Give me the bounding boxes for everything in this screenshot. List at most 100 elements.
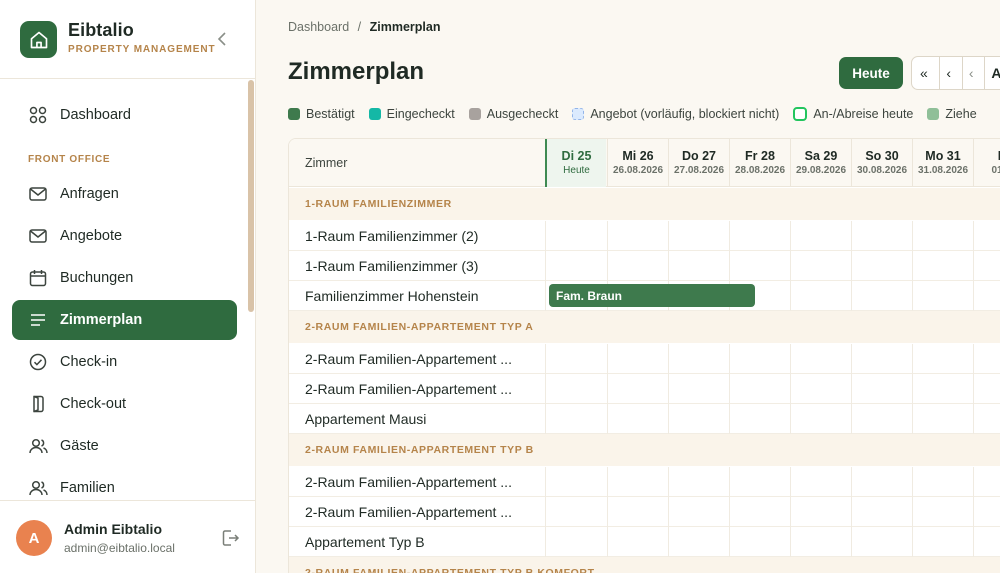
grid-cell-divider xyxy=(912,527,913,557)
section-label-front-office: FRONT OFFICE xyxy=(28,154,111,165)
day-header[interactable]: Di 01.09 xyxy=(973,139,1000,187)
nav-item-zimmerplan[interactable]: Zimmerplan xyxy=(12,300,237,340)
user-name: Admin Eibtalio xyxy=(64,521,162,537)
day-header[interactable]: Fr 28 28.08.2026 xyxy=(729,139,790,187)
today-button[interactable]: Heute xyxy=(839,57,903,89)
grid-cell-divider xyxy=(973,281,974,311)
room-name: Familienzimmer Hohenstein xyxy=(305,288,479,304)
room-row[interactable]: 2-Raum Familien-Appartement ... xyxy=(289,497,1000,527)
room-name: 1-Raum Familienzimmer (2) xyxy=(305,228,479,244)
room-row[interactable]: Appartement Typ B xyxy=(289,527,1000,557)
room-row[interactable]: 2-Raum Familien-Appartement ... xyxy=(289,344,1000,374)
nav-item-dashboard[interactable]: Dashboard xyxy=(12,95,237,135)
logout-icon[interactable] xyxy=(220,528,240,548)
grid-cell-divider xyxy=(607,404,608,434)
grid-cell-divider xyxy=(851,221,852,251)
legend-swatch-angebot xyxy=(572,108,585,120)
grid-cell-divider xyxy=(607,527,608,557)
room-name: 2-Raum Familien-Appartement ... xyxy=(305,474,512,490)
grid-cell-divider xyxy=(545,281,546,311)
room-row[interactable]: Appartement Mausi xyxy=(289,404,1000,434)
legend-label: Ziehe xyxy=(945,107,977,121)
grid-cell-divider xyxy=(668,221,669,251)
room-name: 1-Raum Familienzimmer (3) xyxy=(305,258,479,274)
prev-page-button[interactable]: ‹ xyxy=(946,65,956,81)
grid-cell-divider xyxy=(729,497,730,527)
day-header[interactable]: So 30 30.08.2026 xyxy=(851,139,912,187)
users-icon xyxy=(28,478,48,498)
grid-cell-divider xyxy=(851,344,852,374)
nav-label-zimmerplan: Zimmerplan xyxy=(60,312,143,328)
grid-cell-divider xyxy=(729,467,730,497)
day-date: Heute xyxy=(563,165,590,176)
day-name: Mi 26 xyxy=(622,149,654,163)
pager-divider xyxy=(984,57,986,89)
sidebar-scrollbar[interactable] xyxy=(248,80,254,312)
grid-cell-divider xyxy=(545,497,546,527)
grid-cell-divider xyxy=(790,527,791,557)
room-row[interactable]: 2-Raum Familien-Appartement ... xyxy=(289,467,1000,497)
grid-cell-divider xyxy=(607,251,608,281)
check-circle-icon xyxy=(28,352,48,372)
booking-bar[interactable]: Fam. Braun xyxy=(549,284,755,307)
room-name: 2-Raum Familien-Appartement ... xyxy=(305,381,512,397)
prev-step-button[interactable]: ‹ xyxy=(969,65,979,81)
day-name: Fr 28 xyxy=(745,149,775,163)
nav-label-checkin: Check-in xyxy=(60,354,118,370)
legend-item-eingecheckt: Eingecheckt xyxy=(368,107,455,121)
day-header[interactable]: Mi 26 26.08.2026 xyxy=(607,139,668,187)
grid-cell-divider xyxy=(790,251,791,281)
day-header-today[interactable]: Di 25 Heute xyxy=(545,139,606,187)
breadcrumb-link-dashboard[interactable]: Dashboard xyxy=(288,20,349,34)
grid-cell-divider xyxy=(973,404,974,434)
grid-cell-divider xyxy=(545,251,546,281)
brand-name: Eibtalio xyxy=(68,20,134,40)
date-pager: « ‹ ‹ Au xyxy=(911,56,1000,90)
first-page-button[interactable]: « xyxy=(920,65,933,81)
nav-item-gaeste[interactable]: Gäste xyxy=(12,426,237,466)
category-row: 2-RAUM FAMILIEN-APPARTEMENT TYP B xyxy=(289,434,1000,466)
grid-cell-divider xyxy=(912,497,913,527)
grid-cell-divider xyxy=(912,467,913,497)
mail-icon xyxy=(28,184,48,204)
grid-cell-divider xyxy=(790,344,791,374)
grid-cell-divider xyxy=(729,374,730,404)
legend-swatch-eingecheckt xyxy=(368,108,381,120)
nav-item-angebote[interactable]: Angebote xyxy=(12,216,237,256)
grid-cell-divider xyxy=(668,467,669,497)
grid-cell-divider xyxy=(912,281,913,311)
nav-item-checkin[interactable]: Check-in xyxy=(12,342,237,382)
user-profile: A Admin Eibtalio admin@eibtalio.local xyxy=(0,500,256,573)
legend-label: Eingecheckt xyxy=(386,107,455,121)
home-logo-icon xyxy=(20,21,57,58)
day-header[interactable]: Do 27 27.08.2026 xyxy=(668,139,729,187)
room-row[interactable]: 1-Raum Familienzimmer (3) xyxy=(289,251,1000,281)
grid-cell-divider xyxy=(545,221,546,251)
nav-item-checkout[interactable]: Check-out xyxy=(12,384,237,424)
grid-cell-divider xyxy=(668,251,669,281)
legend-item-bestaetigt: Bestätigt xyxy=(288,107,355,121)
nav-item-buchungen[interactable]: Buchungen xyxy=(12,258,237,298)
day-date: 26.08.2026 xyxy=(612,165,664,176)
legend-item-ausgecheckt: Ausgecheckt xyxy=(468,107,558,121)
collapse-sidebar-chevron-left-icon[interactable] xyxy=(212,28,232,50)
nav-item-anfragen[interactable]: Anfragen xyxy=(12,174,237,214)
grid-cell-divider xyxy=(607,374,608,404)
day-date: 28.08.2026 xyxy=(734,165,786,176)
nav-label-dashboard: Dashboard xyxy=(60,107,131,123)
grid-cell-divider xyxy=(790,467,791,497)
grid-cell-divider xyxy=(973,467,974,497)
room-row[interactable]: 1-Raum Familienzimmer (2) xyxy=(289,221,1000,251)
grid-cell-divider xyxy=(912,344,913,374)
legend-label: Angebot (vorläufig, blockiert nicht) xyxy=(590,107,780,121)
legend-swatch-ausgecheckt xyxy=(468,108,481,120)
avatar[interactable]: A xyxy=(16,520,52,556)
grid-cell-divider xyxy=(729,527,730,557)
day-header[interactable]: Mo 31 31.08.2026 xyxy=(912,139,973,187)
day-date: 01.09 xyxy=(991,165,1000,176)
current-period-label: Au xyxy=(991,65,1000,81)
grid-cell-divider xyxy=(851,497,852,527)
room-row[interactable]: 2-Raum Familien-Appartement ... xyxy=(289,374,1000,404)
grid-cell-divider xyxy=(973,251,974,281)
day-header[interactable]: Sa 29 29.08.2026 xyxy=(790,139,851,187)
